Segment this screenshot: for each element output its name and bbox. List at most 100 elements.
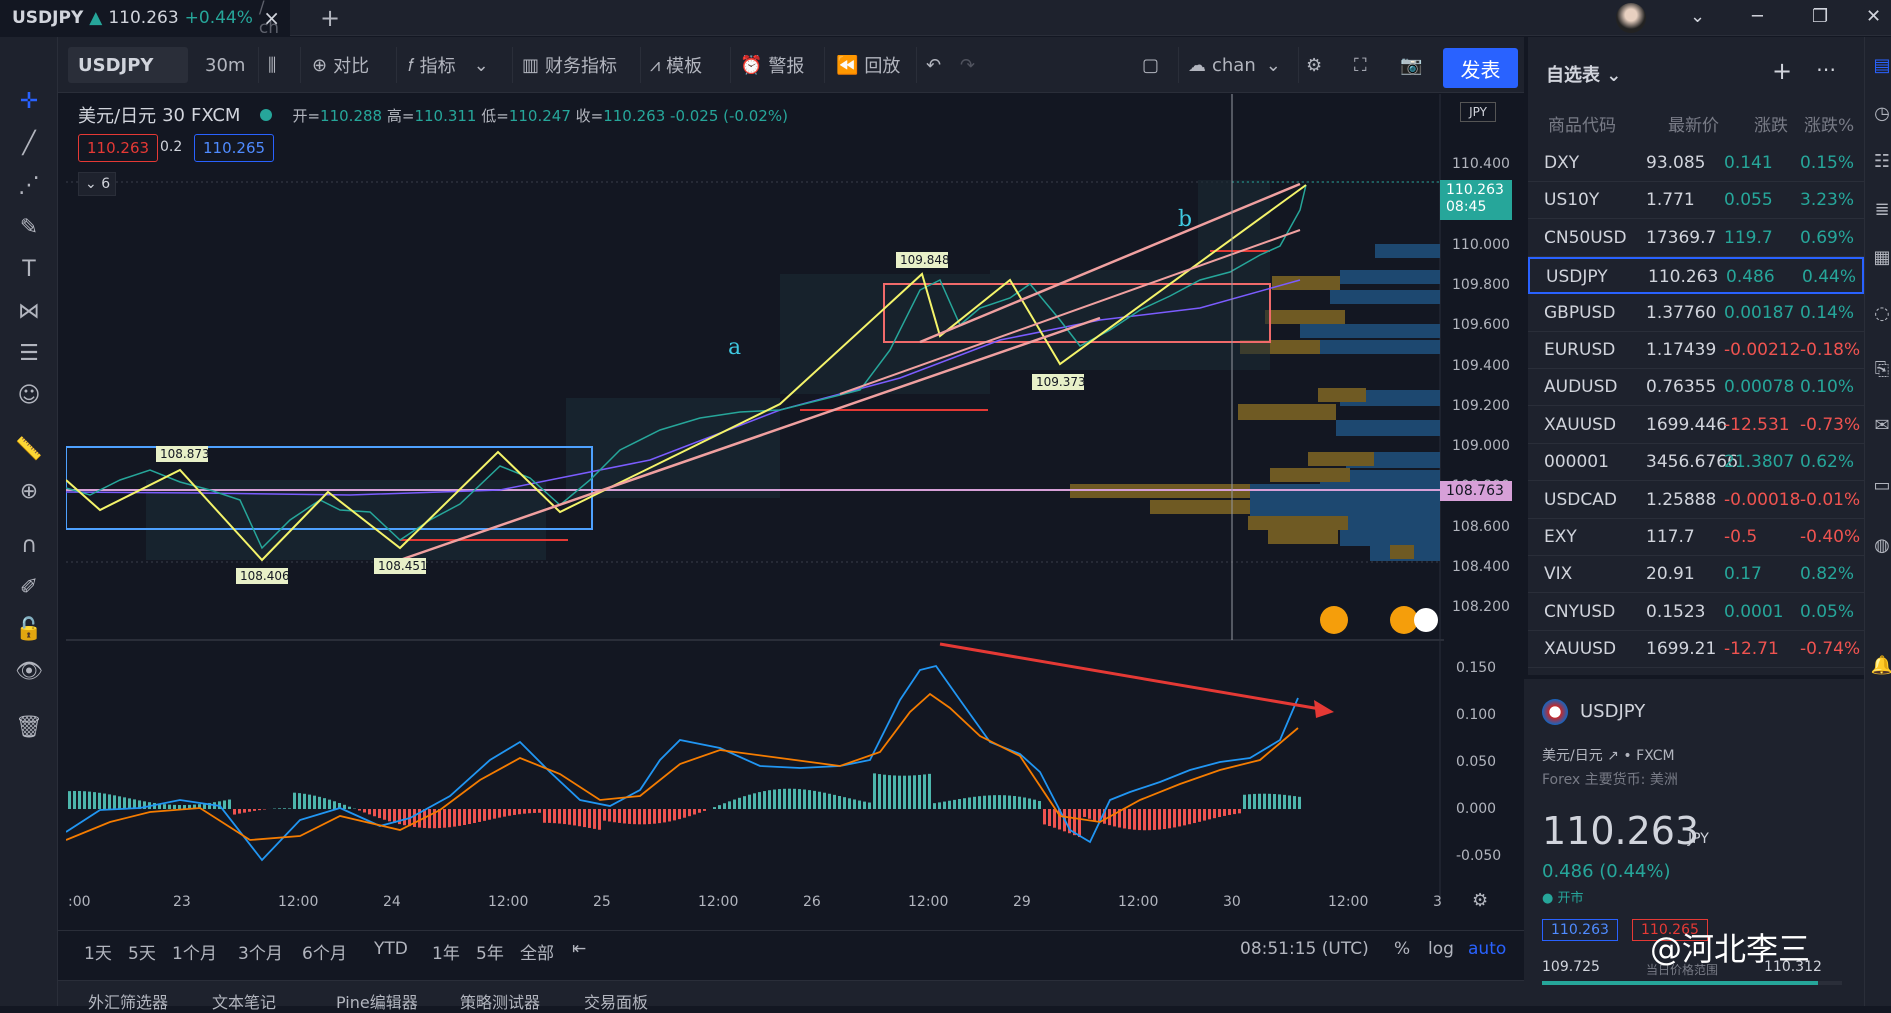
watchlist-icon[interactable]: ▤ (1867, 51, 1891, 81)
bottom-tab[interactable]: 文本笔记 (212, 989, 276, 1013)
watchlist-row[interactable]: USDJPY110.2630.4860.44% (1528, 257, 1864, 294)
range-button[interactable]: 5年 (476, 939, 504, 964)
auto-toggle[interactable]: auto (1468, 939, 1506, 959)
pattern-icon[interactable]: ⋈ (14, 297, 44, 327)
watchlist-row[interactable]: XAUUSD1699.446-12.531-0.73% (1528, 407, 1864, 444)
layout-button[interactable]: ☁chan⌄ (1188, 37, 1281, 93)
trash-icon[interactable]: 🗑 (14, 713, 44, 743)
range-button[interactable]: 3个月 (238, 939, 283, 964)
alerts-clock-icon[interactable]: ◷ (1867, 99, 1891, 129)
publish-button[interactable]: 发表 (1443, 48, 1518, 88)
close-window-button[interactable]: ✕ (1866, 6, 1881, 27)
interval-button[interactable]: 30m (205, 37, 245, 93)
chart-tab[interactable]: USDJPY ▲ 110.263 +0.44% / ch × (0, 0, 290, 36)
crosshair-icon[interactable]: ✛ (14, 87, 44, 117)
axis-settings-icon[interactable]: ⚙ (1472, 890, 1488, 911)
templates-button[interactable]: ⩘模板 (650, 37, 702, 93)
fullscreen-icon[interactable]: ⛶ (1354, 37, 1367, 93)
calendar-icon[interactable]: ▦ (1867, 243, 1891, 273)
indicator-collapse-button[interactable]: ⌄ 6 (78, 172, 116, 196)
watchlist-row[interactable]: USDCAD1.25888-0.00018-0.01% (1528, 482, 1864, 519)
pencil-lock-icon[interactable]: ✐ (14, 573, 44, 603)
trend-line-icon[interactable]: ╱ (14, 129, 44, 159)
add-symbol-icon[interactable]: + (1772, 57, 1792, 85)
percent-toggle[interactable]: % (1394, 939, 1410, 959)
bottom-tab[interactable]: 交易面板 (584, 989, 648, 1013)
lock-icon[interactable]: 🔓 (14, 615, 44, 645)
price-chart[interactable]: 108.873 108.406 108.451 109.848 109.373 … (66, 94, 1444, 904)
bottom-tab[interactable]: Pine编辑器 (336, 989, 418, 1013)
fib-tool-icon[interactable]: ⋰ (14, 171, 44, 201)
watchlist-row[interactable]: US10Y1.7710.0553.23% (1528, 182, 1864, 219)
watchlist-row[interactable]: XAUUSD1699.21-12.71-0.74% (1528, 631, 1864, 668)
news-icon[interactable]: ⎘ (1867, 355, 1891, 385)
notifications-icon[interactable]: ◍ (1867, 531, 1891, 561)
watchlist-row[interactable]: VIX20.910.170.82% (1528, 556, 1864, 593)
sell-price-button[interactable]: 110.263 (78, 134, 158, 162)
watchlist-row[interactable]: EXY117.7-0.5-0.40% (1528, 519, 1864, 556)
bottom-tab[interactable]: 策略测试器 (460, 989, 540, 1013)
indicators-button[interactable]: 𝑓指标⌄ (408, 37, 489, 93)
undo-icon[interactable]: ↶ (926, 37, 941, 93)
watchlist-row[interactable]: 0000013456.676621.38070.62% (1528, 444, 1864, 481)
emoji-icon[interactable]: ☺ (14, 381, 44, 411)
layout-square-icon[interactable]: ▢ (1142, 37, 1159, 93)
watchlist-title[interactable]: 自选表 ⌄ (1546, 61, 1621, 87)
prediction-icon[interactable]: ☰ (14, 339, 44, 369)
col-last[interactable]: 最新价 (1668, 111, 1719, 136)
zoom-in-icon[interactable]: ⊕ (14, 477, 44, 507)
watchlist-row[interactable]: AUDUSD0.763550.000780.10% (1528, 369, 1864, 406)
alerts-button[interactable]: ⏰警报 (740, 37, 804, 93)
brush-icon[interactable]: ✎ (14, 213, 44, 243)
eye-icon[interactable]: 👁 (14, 657, 44, 687)
range-button[interactable]: YTD (374, 939, 408, 959)
bell-icon[interactable]: 🔔 (1867, 651, 1891, 681)
restore-button[interactable]: ❐ (1812, 6, 1828, 27)
goto-date-icon[interactable]: ⇤ (572, 939, 586, 959)
ideas-icon[interactable]: ◌ (1867, 299, 1891, 329)
redo-icon[interactable]: ↷ (960, 37, 975, 93)
watchlist-row[interactable]: CN50USD17369.7119.70.69% (1528, 220, 1864, 257)
range-button[interactable]: 1年 (432, 939, 460, 964)
streams-icon[interactable]: ▭ (1867, 471, 1891, 501)
new-tab-button[interactable]: + (320, 4, 340, 32)
col-change[interactable]: 涨跌 (1754, 111, 1788, 136)
oscillator-axis[interactable]: 0.1500.1000.0500.000-0.050 (1444, 640, 1516, 890)
watchlist-row[interactable]: DXY93.0850.1410.15% (1528, 145, 1864, 182)
symbol-name[interactable]: 美元/日元 (78, 102, 156, 128)
log-toggle[interactable]: log (1428, 939, 1454, 959)
replay-button[interactable]: ⏪回放 (836, 37, 900, 93)
gear-icon[interactable]: ⚙ (1306, 37, 1322, 93)
compare-button[interactable]: ⊕对比 (312, 37, 369, 93)
range-button[interactable]: 6个月 (302, 939, 347, 964)
range-button[interactable]: 1个月 (172, 939, 217, 964)
time-axis[interactable]: :002312:002412:002512:002612:002912:0030… (66, 890, 1444, 920)
data-window-icon[interactable]: ☷ (1867, 147, 1891, 177)
text-tool-icon[interactable]: T (14, 255, 44, 285)
financials-button[interactable]: ▥财务指标 (522, 37, 617, 93)
range-button[interactable]: 5天 (128, 939, 156, 964)
watchlist-row[interactable]: EURUSD1.17439-0.00212-0.18% (1528, 332, 1864, 369)
close-tab-icon[interactable]: × (263, 6, 280, 30)
hotlist-icon[interactable]: ≣ (1867, 195, 1891, 225)
ruler-icon[interactable]: 📏 (14, 435, 44, 465)
detail-symbol[interactable]: USDJPY (1580, 701, 1645, 722)
chart-type-icon[interactable]: ⫼ (268, 37, 276, 93)
detail-bid[interactable]: 110.263 (1542, 919, 1618, 941)
magnet-icon[interactable]: ∩ (14, 531, 44, 561)
bottom-tab[interactable]: 外汇筛选器 (88, 989, 168, 1013)
minimize-button[interactable]: ─ (1752, 6, 1763, 27)
col-symbol[interactable]: 商品代码 (1548, 111, 1616, 136)
watchlist-row[interactable]: CNYUSD0.15230.00010.05% (1528, 594, 1864, 631)
chat-icon[interactable]: ✉ (1867, 411, 1891, 441)
range-button[interactable]: 1天 (84, 939, 112, 964)
avatar[interactable] (1616, 3, 1646, 33)
utc-clock[interactable]: 08:51:15 (UTC) (1240, 939, 1369, 959)
camera-icon[interactable]: 📷 (1400, 37, 1422, 93)
chevron-down-icon[interactable]: ⌄ (1690, 6, 1705, 27)
symbol-search-button[interactable]: USDJPY (68, 47, 188, 83)
range-button[interactable]: 全部 (520, 939, 554, 964)
buy-price-button[interactable]: 110.265 (194, 134, 274, 162)
watchlist-row[interactable]: GBPUSD1.377600.001870.14% (1528, 295, 1864, 332)
more-options-icon[interactable]: ⋯ (1816, 57, 1836, 81)
